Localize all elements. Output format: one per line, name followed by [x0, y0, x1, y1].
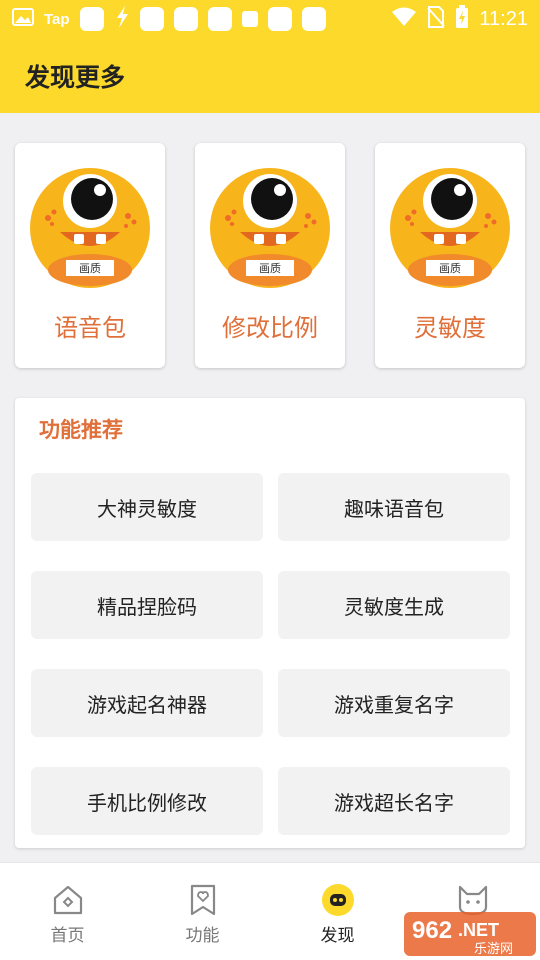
notification-icon [139, 7, 164, 31]
feature-button-ratio-modify[interactable]: 手机比例修改 [31, 767, 263, 835]
gallery-icon [12, 7, 34, 31]
notification-icon [79, 7, 104, 31]
card-sensitivity[interactable]: 画质 灵敏度 [375, 143, 525, 368]
notification-icon [241, 11, 258, 27]
page-title: 发现更多 [25, 63, 126, 92]
bolt-icon [114, 5, 130, 33]
nav-label: 发现 [320, 926, 355, 946]
mascot-badge: 画质 [79, 262, 101, 275]
nav-item-discover[interactable]: 发现 [270, 863, 405, 960]
app-header: 发现更多 [0, 38, 540, 113]
watermark-suffix: .NET [458, 920, 499, 940]
mascot-avatar: 画质 [30, 168, 150, 288]
nav-label: 首页 [50, 926, 85, 946]
notification-icon [207, 7, 232, 31]
site-watermark: 962 .NET 乐游网 [404, 912, 536, 957]
feature-button-face-code[interactable]: 精品捏脸码 [31, 571, 263, 639]
nav-item-home[interactable]: 首页 [0, 863, 135, 960]
mascot-badge: 画质 [259, 262, 281, 275]
tap-label: Tap [44, 10, 70, 28]
section-title: 功能推荐 [39, 418, 123, 442]
watermark-number: 962 [412, 917, 452, 944]
card-modify-ratio[interactable]: 画质 修改比例 [195, 143, 345, 368]
wifi-icon [391, 7, 417, 31]
notification-icon [267, 7, 292, 31]
notification-icon [173, 7, 198, 31]
heart-tag-icon [190, 884, 215, 916]
mascot-avatar: 画质 [390, 168, 510, 288]
feature-button-name-generator[interactable]: 游戏起名神器 [31, 669, 263, 737]
feature-panel: 功能推荐 大神灵敏度 趣味语音包 精品捏脸码 灵敏度生成 游戏起名神器 游戏重复… [15, 398, 525, 848]
card-voice-pack[interactable]: 画质 语音包 [15, 143, 165, 368]
watermark-site: 乐游网 [474, 942, 513, 957]
feature-button-sensitivity-generator[interactable]: 灵敏度生成 [278, 571, 510, 639]
status-bar: Tap 11:21 [0, 0, 540, 38]
feature-button-long-name[interactable]: 游戏超长名字 [278, 767, 510, 835]
notification-icon [301, 7, 326, 31]
home-icon [53, 885, 82, 915]
feature-button-duplicate-name[interactable]: 游戏重复名字 [278, 669, 510, 737]
no-sim-icon [427, 6, 446, 32]
battery-charging-icon [455, 5, 469, 33]
mascot-badge: 画质 [439, 262, 461, 275]
feature-button-fun-voice[interactable]: 趣味语音包 [278, 473, 510, 541]
discover-icon [321, 884, 354, 916]
clock: 11:21 [479, 7, 528, 30]
nav-label: 功能 [185, 926, 220, 946]
card-label: 灵敏度 [414, 314, 486, 342]
card-label: 语音包 [54, 314, 126, 342]
card-label: 修改比例 [222, 314, 318, 342]
mascot-avatar: 画质 [210, 168, 330, 288]
nav-item-features[interactable]: 功能 [135, 863, 270, 960]
feature-button-pro-sensitivity[interactable]: 大神灵敏度 [31, 473, 263, 541]
